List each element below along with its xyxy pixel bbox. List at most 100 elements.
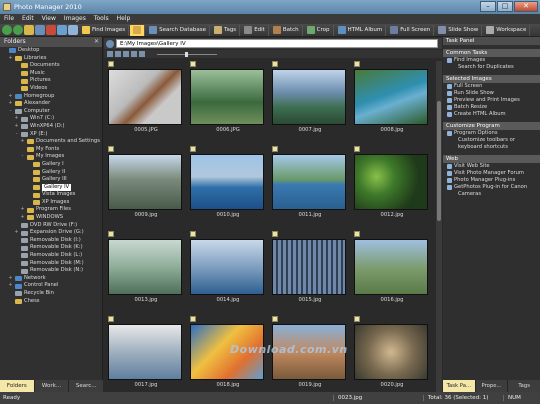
toolbar-button-workspace[interactable]: Workspace bbox=[483, 24, 531, 36]
tree-item[interactable]: Gallery IV bbox=[0, 183, 103, 192]
thumbnail[interactable]: 0006.JPG bbox=[188, 61, 268, 143]
forward-icon[interactable] bbox=[13, 25, 23, 35]
folder-nav-icon[interactable] bbox=[106, 39, 114, 48]
thumbnail-size-slider[interactable] bbox=[157, 51, 217, 57]
task-link[interactable]: Photo Manager Plug-ins bbox=[443, 177, 540, 184]
tree-item[interactable]: + Libraries bbox=[0, 55, 103, 63]
thumbnail-checkbox[interactable] bbox=[354, 61, 360, 67]
thumbnail[interactable]: 0005.JPG bbox=[106, 61, 186, 143]
expand-icon[interactable]: - bbox=[8, 108, 13, 116]
task-link[interactable]: Batch Resize bbox=[443, 104, 540, 111]
back-icon[interactable] bbox=[2, 25, 12, 35]
task-link[interactable]: Visit Web Site bbox=[443, 163, 540, 170]
toolbar-button-search-database[interactable]: Search Database bbox=[146, 24, 210, 36]
tab-prope[interactable]: Prope... bbox=[475, 380, 508, 392]
up-folder-icon[interactable] bbox=[24, 25, 34, 35]
thumbnail-checkbox[interactable] bbox=[190, 316, 196, 322]
tree-item[interactable]: Removable Disk (K:) bbox=[0, 244, 103, 252]
thumbnail-checkbox[interactable] bbox=[354, 316, 360, 322]
tree-item[interactable]: + WINDOWS bbox=[0, 214, 103, 222]
tree-item[interactable]: + Alexander bbox=[0, 100, 103, 108]
thumbnail-checkbox[interactable] bbox=[190, 61, 196, 67]
tree-item[interactable]: Documents bbox=[0, 62, 103, 70]
thumbnail[interactable]: 0012.jpg bbox=[352, 146, 432, 228]
task-link[interactable]: Program Options bbox=[443, 130, 540, 137]
tree-item[interactable]: Chess bbox=[0, 298, 103, 306]
delete-icon[interactable] bbox=[46, 25, 56, 35]
tree-item[interactable]: + Expansion Drive (G:) bbox=[0, 229, 103, 237]
minimize-button[interactable]: – bbox=[480, 1, 496, 12]
tree-item[interactable]: Desktop bbox=[0, 47, 103, 55]
copy-icon[interactable] bbox=[57, 25, 67, 35]
tree-item[interactable]: + Documents and Settings bbox=[0, 138, 103, 146]
expand-icon[interactable]: + bbox=[8, 282, 13, 290]
tree-item[interactable]: + Network bbox=[0, 275, 103, 283]
toolbar-button-folder[interactable] bbox=[130, 24, 146, 36]
sort-icon[interactable] bbox=[115, 51, 121, 57]
thumbnail[interactable]: 0013.jpg bbox=[106, 231, 186, 313]
filter-icon[interactable] bbox=[123, 51, 129, 57]
close-panel-icon[interactable]: ✕ bbox=[94, 37, 99, 47]
thumbnail-checkbox[interactable] bbox=[190, 146, 196, 152]
rotate-icon[interactable] bbox=[139, 51, 145, 57]
thumbnail-image[interactable] bbox=[354, 239, 428, 295]
tree-item[interactable]: Gallery II bbox=[0, 169, 103, 177]
expand-icon[interactable]: + bbox=[14, 229, 19, 237]
thumbnail-image[interactable] bbox=[190, 69, 264, 125]
thumbnail-image[interactable] bbox=[354, 69, 428, 125]
tree-item[interactable]: DVD RW Drive (F:) bbox=[0, 222, 103, 230]
tab-tags[interactable]: Tags bbox=[508, 380, 540, 392]
toolbar-button-full-screen[interactable]: Full Screen bbox=[387, 24, 435, 36]
expand-icon[interactable]: + bbox=[20, 138, 25, 146]
toolbar-button-slide-show[interactable]: Slide Show bbox=[435, 24, 483, 36]
expand-icon[interactable]: - bbox=[14, 131, 19, 139]
thumbnail-image[interactable] bbox=[108, 324, 182, 380]
task-link[interactable]: Run Slide Show bbox=[443, 90, 540, 97]
tree-item[interactable]: Gallery III bbox=[0, 176, 103, 184]
thumbnail-image[interactable] bbox=[108, 239, 182, 295]
task-link[interactable]: Visit Photo Manager Forum bbox=[443, 170, 540, 177]
tree-item[interactable]: Pictures bbox=[0, 77, 103, 85]
tree-item[interactable]: XP Images bbox=[0, 199, 103, 207]
tree-item[interactable]: Removable Disk (L:) bbox=[0, 252, 103, 260]
refresh-icon[interactable] bbox=[35, 25, 45, 35]
tab-folders[interactable]: Folders bbox=[0, 380, 34, 392]
slider-handle[interactable] bbox=[185, 51, 188, 57]
thumbnail-image[interactable] bbox=[108, 154, 182, 210]
tree-item[interactable]: Removable Disk (I:) bbox=[0, 237, 103, 245]
expand-icon[interactable]: + bbox=[20, 206, 25, 214]
tree-item[interactable]: Recycle Bin bbox=[0, 290, 103, 298]
tab-taskpa[interactable]: Task Pa... bbox=[443, 380, 475, 392]
tree-item[interactable]: + WinXP64 (D:) bbox=[0, 123, 103, 131]
thumbnail-checkbox[interactable] bbox=[108, 61, 114, 67]
tree-item[interactable]: My Fonts bbox=[0, 146, 103, 154]
move-icon[interactable] bbox=[68, 25, 78, 35]
address-field[interactable]: E:\My Images\Gallery IV bbox=[116, 39, 438, 48]
view-mode-icon[interactable] bbox=[107, 51, 113, 57]
tree-item[interactable]: + Program Files bbox=[0, 206, 103, 214]
expand-icon[interactable]: - bbox=[20, 153, 25, 161]
thumbnail-checkbox[interactable] bbox=[272, 316, 278, 322]
menu-file[interactable]: File bbox=[4, 14, 14, 24]
task-link[interactable]: GetPhotos Plug-in for Canon bbox=[443, 184, 540, 191]
thumbnail[interactable]: 0017.jpg bbox=[106, 316, 186, 391]
menu-help[interactable]: Help bbox=[117, 14, 131, 24]
expand-icon[interactable]: + bbox=[14, 115, 19, 123]
expand-icon[interactable]: + bbox=[14, 123, 19, 131]
thumbnail-image[interactable] bbox=[354, 154, 428, 210]
task-link[interactable]: Full Screen bbox=[443, 83, 540, 90]
tree-item[interactable]: - Computer bbox=[0, 108, 103, 116]
thumbnail-checkbox[interactable] bbox=[354, 231, 360, 237]
scrollbar-thumb[interactable] bbox=[437, 101, 441, 221]
thumbnail-checkbox[interactable] bbox=[108, 146, 114, 152]
thumbnail[interactable]: 0015.jpg bbox=[270, 231, 350, 313]
thumbnail-checkbox[interactable] bbox=[108, 316, 114, 322]
thumbnail-checkbox[interactable] bbox=[354, 146, 360, 152]
toolbar-button-crop[interactable]: Crop bbox=[304, 24, 334, 36]
menu-view[interactable]: View bbox=[42, 14, 56, 24]
menu-edit[interactable]: Edit bbox=[22, 14, 34, 24]
tab-work[interactable]: Work... bbox=[34, 380, 69, 392]
close-button[interactable]: ✕ bbox=[514, 1, 538, 12]
thumbnail[interactable]: 0014.jpg bbox=[188, 231, 268, 313]
tree-item[interactable]: + Homegroup bbox=[0, 93, 103, 101]
